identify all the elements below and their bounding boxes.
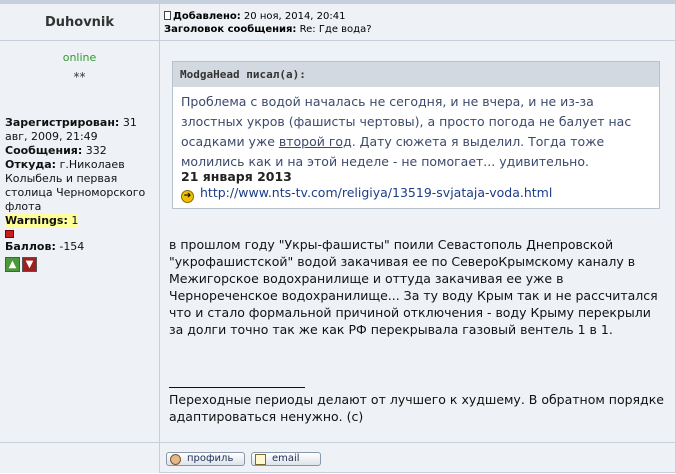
author-footer-cell: [0, 442, 159, 474]
posts-label: Сообщения:: [5, 144, 83, 157]
warnings-row: Warnings: 1: [5, 214, 157, 228]
warnings-value: 1: [71, 214, 79, 227]
score-label: Баллов:: [5, 240, 56, 253]
quote-text-underlined: второй год: [278, 134, 352, 149]
author-panel: Duhovnik online ** Зарегистрирован: 31 а…: [0, 4, 160, 473]
score-row: Баллов: -154: [5, 240, 157, 254]
quote-date: 21 января 2013: [181, 169, 292, 184]
posts-value: 332: [85, 144, 107, 157]
thumbs-down-icon[interactable]: ▼: [22, 257, 37, 272]
rating-buttons: ▲ ▼: [5, 257, 157, 272]
registered-label: Зарегистрирован:: [5, 116, 120, 129]
quote-block: ModgaHead писал(а): Проблема с водой нач…: [172, 61, 660, 209]
subject-value: Re: Где вода?: [299, 24, 372, 35]
post-date-row: Добавлено: 20 ноя, 2014, 20:41: [164, 11, 345, 23]
email-button[interactable]: email: [251, 452, 321, 466]
warning-level-bar: [5, 230, 14, 238]
profile-button-label: профиль: [187, 453, 234, 464]
envelope-icon: [255, 453, 266, 465]
post-panel: Добавлено: 20 ноя, 2014, 20:41 Заголовок…: [160, 4, 676, 473]
author-name[interactable]: Duhovnik: [0, 15, 159, 30]
post-body-text: в прошлом году "Укры-фашисты" поили Сева…: [169, 237, 658, 337]
quote-text: Проблема с водой началась не сегодня, и …: [181, 92, 653, 172]
rank-stars: **: [73, 70, 86, 84]
quote-link[interactable]: http://www.nts-tv.com/religiya/13519-svj…: [200, 185, 552, 200]
arrow-right-icon: ➔: [181, 190, 194, 203]
warnings-label: Warnings:: [5, 214, 68, 227]
added-label: Добавлено:: [173, 11, 241, 22]
post-header: Добавлено: 20 ноя, 2014, 20:41 Заголовок…: [160, 4, 675, 41]
quote-author-header: ModgaHead писал(а):: [173, 62, 659, 87]
profile-button[interactable]: профиль: [166, 452, 245, 466]
quote-link-row: ➔ http://www.nts-tv.com/religiya/13519-sv…: [181, 185, 552, 203]
online-status: online: [62, 51, 97, 64]
post-signature: Переходные периоды делают от лучшего к х…: [169, 392, 664, 424]
post-subject-row: Заголовок сообщения: Re: Где вода?: [164, 24, 372, 36]
signature-divider: [169, 387, 305, 388]
score-value: -154: [59, 240, 85, 253]
registered-row: Зарегистрирован: 31 авг, 2009, 21:49: [5, 116, 157, 144]
author-name-cell: Duhovnik: [0, 4, 159, 41]
from-label: Откуда:: [5, 158, 57, 171]
from-row: Откуда: г.Николаев Колыбель и первая сто…: [5, 158, 157, 214]
posts-row: Сообщения: 332: [5, 144, 157, 158]
post-document-icon[interactable]: [164, 11, 171, 20]
email-button-label: email: [272, 453, 300, 464]
subject-label: Заголовок сообщения:: [164, 24, 297, 35]
added-value: 20 ноя, 2014, 20:41: [243, 11, 346, 22]
author-profile-info: Зарегистрирован: 31 авг, 2009, 21:49 Соо…: [5, 116, 157, 272]
user-icon: [170, 453, 181, 465]
thumbs-up-icon[interactable]: ▲: [5, 257, 20, 272]
